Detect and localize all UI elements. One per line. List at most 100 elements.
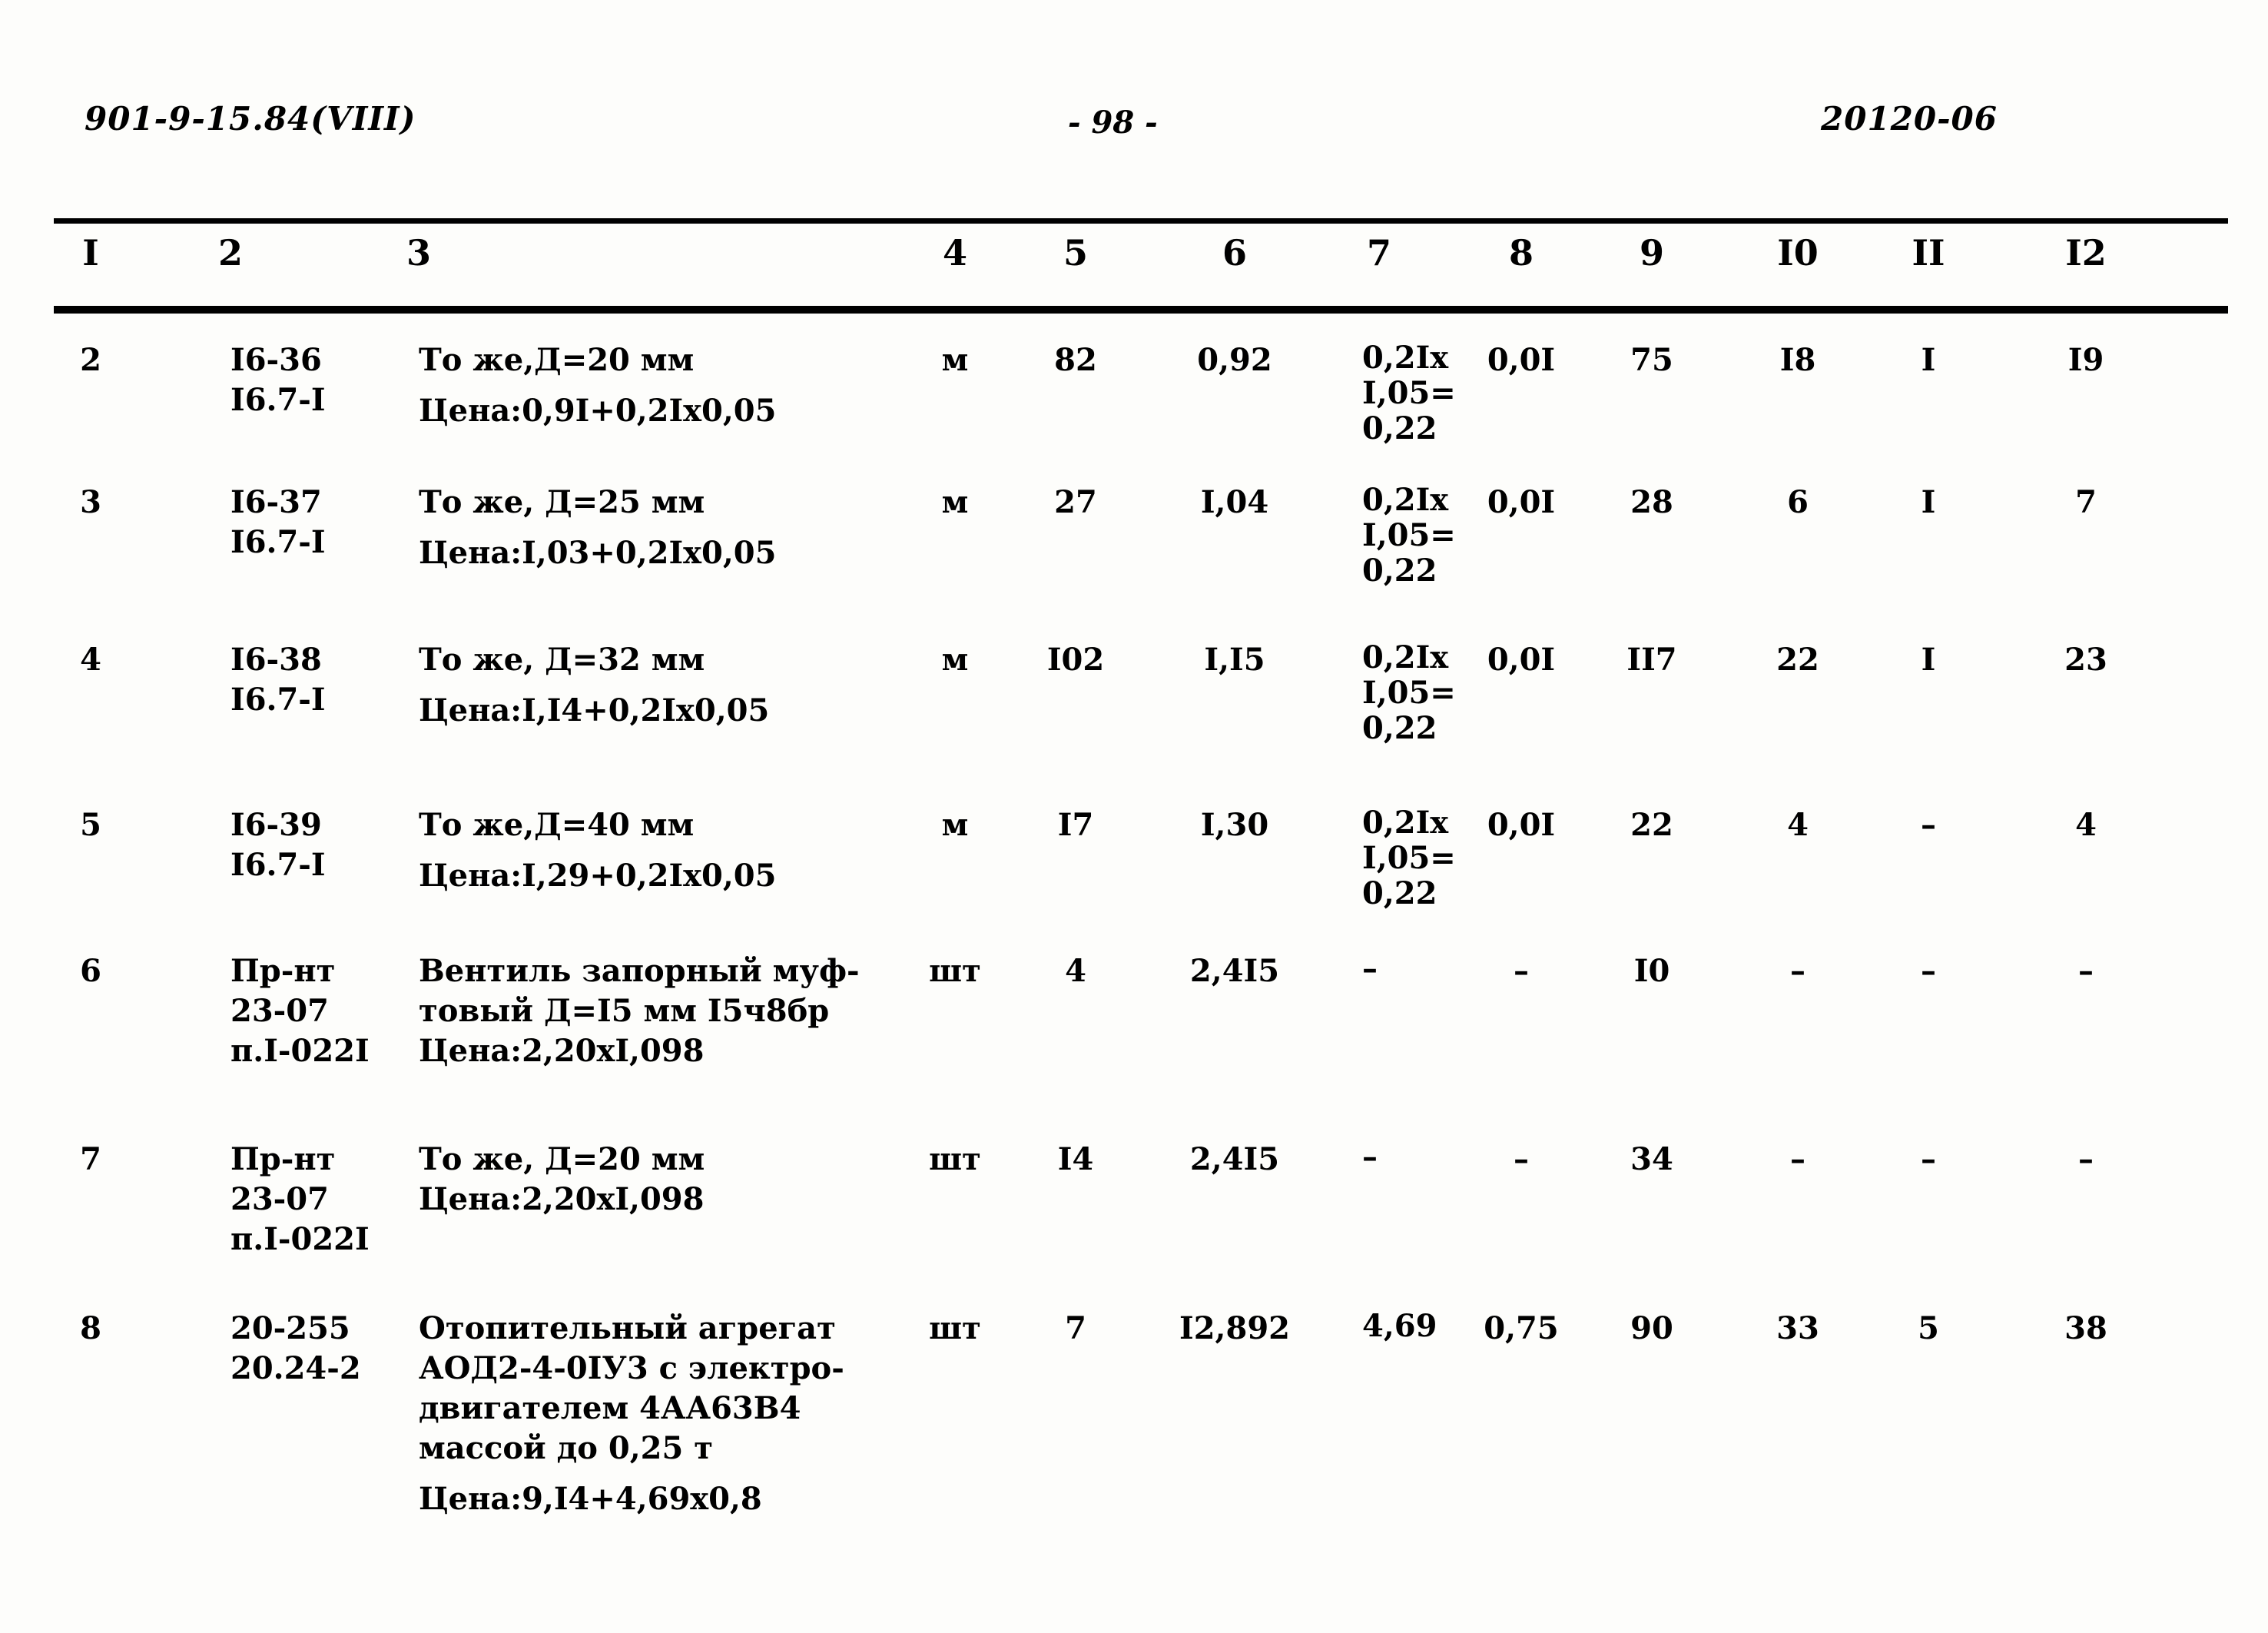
quantity: 82 [1054, 342, 1097, 378]
row-number: 8 [80, 1310, 101, 1346]
value-col-10: – [1790, 953, 1805, 989]
value-col-7-line: 0,22 [1362, 553, 1437, 589]
column-header-7: 7 [1366, 232, 1392, 274]
value-col-10: 22 [1776, 642, 1819, 678]
norm-code: 20-255 20.24-2 [230, 1309, 361, 1389]
document-code: 901-9-15.84(VIII) [85, 100, 416, 138]
value-col-12: – [2078, 953, 2094, 989]
value-col-11: I [1921, 484, 1936, 520]
description-spacer [419, 1469, 844, 1479]
quantity: I7 [1057, 807, 1094, 843]
table-header-rule [54, 306, 2228, 314]
norm-code: I6-38 I6.7-I [230, 640, 326, 720]
row-number: 3 [80, 484, 101, 520]
description-line: Цена:9,I4+4,69х0,8 [419, 1481, 762, 1517]
description-line: Отопительный агрегат [419, 1310, 836, 1346]
column-header-10: I0 [1777, 232, 1819, 274]
column-header-12: I2 [2065, 232, 2107, 274]
description-line: Вентиль запорный муф- [419, 953, 860, 989]
value-col-9: 34 [1630, 1141, 1673, 1177]
table-column-headers: I 2 3 4 5 6 7 8 9 I0 II I2 [0, 232, 2268, 294]
value-col-7-line: I,05= [1362, 375, 1456, 411]
description-line: То же,Д=20 мм [419, 342, 695, 378]
value-col-8: 0,0I [1487, 642, 1556, 678]
unit-of-measure: шт [929, 953, 981, 989]
value-col-11: I [1921, 642, 1936, 678]
value-col-10: – [1790, 1141, 1805, 1177]
value-col-7-line: 0,22 [1362, 710, 1437, 746]
value-col-11: – [1921, 953, 1936, 989]
norm-code-line: Пр-нт [230, 953, 336, 989]
value-col-6: I2,892 [1179, 1310, 1290, 1346]
work-description: Вентиль запорный муф-товый Д=I5 мм I5ч8б… [419, 951, 860, 1071]
value-col-7-line: 0,2Iх [1362, 482, 1449, 518]
norm-code: I6-37 I6.7-I [230, 483, 326, 563]
work-description: Отопительный агрегат АОД2-4-0IУ3 с электр… [419, 1309, 844, 1519]
row-number: 7 [80, 1141, 101, 1177]
value-col-7: 0,2Iх I,05= 0,22 [1362, 805, 1456, 911]
value-col-8: – [1514, 1141, 1529, 1177]
value-col-10: 33 [1776, 1310, 1819, 1346]
value-col-7-line: 0,2Iх [1362, 340, 1449, 376]
work-description: То же, Д=25 мм Цена:I,03+0,2Iх0,05 [419, 483, 776, 573]
description-line: Цена:I,03+0,2Iх0,05 [419, 535, 777, 571]
value-col-7-line: 0,2Iх [1362, 805, 1449, 841]
column-header-8: 8 [1508, 232, 1534, 274]
norm-code-line: I6.7-I [230, 682, 326, 718]
description-line: АОД2-4-0IУ3 с электро- [419, 1350, 844, 1386]
value-col-7: 0,2Iх I,05= 0,22 [1362, 483, 1456, 589]
value-col-6: 2,4I5 [1189, 953, 1280, 989]
norm-code-line: I6.7-I [230, 524, 326, 560]
row-number: 6 [80, 953, 101, 989]
norm-code: Пр-нт 23-07 п.I-022I [230, 951, 370, 1071]
value-col-8: 0,0I [1487, 484, 1556, 520]
row-number: 5 [80, 807, 101, 843]
value-col-7: – [1362, 1140, 1378, 1175]
description-spacer [419, 680, 769, 691]
column-header-4: 4 [942, 232, 968, 274]
description-line: То же, Д=25 мм [419, 484, 705, 520]
norm-code-line: I6.7-I [230, 847, 326, 883]
description-line: двигателем 4АА63В4 [419, 1390, 801, 1426]
norm-code-line: I6-39 [230, 807, 322, 843]
norm-code-line: Пр-нт [230, 1141, 336, 1177]
norm-code-line: I6-36 [230, 342, 322, 378]
description-line: Цена:2,20хI,098 [419, 1181, 705, 1217]
column-header-5: 5 [1063, 232, 1089, 274]
sheet-reference: 20120-06 [1821, 100, 1998, 138]
norm-code-line: I6-37 [230, 484, 322, 520]
value-col-12: I9 [2067, 342, 2104, 378]
norm-code-line: 20-255 [230, 1310, 350, 1346]
value-col-7: – [1362, 951, 1378, 987]
value-col-7-line: I,05= [1362, 840, 1456, 876]
page-header: 901-9-15.84(VIII) - 98 - 20120-06 [0, 100, 2268, 161]
value-col-11: – [1921, 1141, 1936, 1177]
value-col-9: II7 [1626, 642, 1677, 678]
norm-code: I6-36 I6.7-I [230, 340, 326, 420]
row-number: 2 [80, 342, 101, 378]
value-col-8: 0,75 [1484, 1310, 1559, 1346]
work-description: То же,Д=20 мм Цена:0,9I+0,2Iх0,05 [419, 340, 776, 431]
column-header-3: 3 [406, 232, 432, 274]
value-col-10: I8 [1779, 342, 1816, 378]
description-spacer [419, 523, 776, 533]
value-col-7: 4,69 [1362, 1309, 1437, 1344]
value-col-12: 4 [2075, 807, 2097, 843]
norm-code-line: 20.24-2 [230, 1350, 361, 1386]
value-col-9: 75 [1630, 342, 1673, 378]
row-number: 4 [80, 642, 101, 678]
value-col-7-line: 0,2Iх [1362, 639, 1449, 675]
description-line: Цена:I,I4+0,2Iх0,05 [419, 692, 770, 729]
value-col-7: 0,2Iх I,05= 0,22 [1362, 640, 1456, 746]
description-line: То же,Д=40 мм [419, 807, 695, 843]
description-spacer [419, 380, 776, 391]
column-header-2: 2 [217, 232, 244, 274]
value-col-7-line: I,05= [1362, 675, 1456, 711]
table-top-rule [54, 218, 2228, 224]
description-line: Цена:I,29+0,2Iх0,05 [419, 858, 777, 894]
value-col-12: – [2078, 1141, 2094, 1177]
description-line: товый Д=I5 мм I5ч8бр [419, 993, 830, 1029]
document-page: 901-9-15.84(VIII) - 98 - 20120-06 I23456… [0, 0, 2268, 1633]
description-line: Цена:2,20хI,098 [419, 1033, 705, 1069]
description-line: массой до 0,25 т [419, 1430, 714, 1466]
